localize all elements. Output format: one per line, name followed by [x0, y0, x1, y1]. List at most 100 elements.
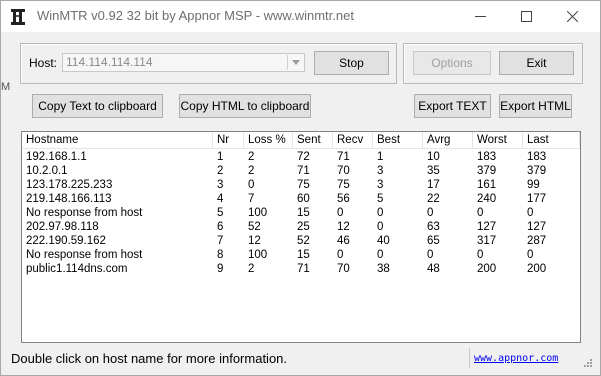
cell-avrg: 0	[427, 249, 434, 261]
status-bar: Double click on host name for more infor…	[8, 347, 594, 369]
appnor-link[interactable]: www.appnor.com	[474, 353, 558, 364]
cell-sent: 71	[297, 263, 310, 275]
column-header-loss[interactable]: Loss %	[244, 132, 293, 148]
column-header-nr[interactable]: Nr	[213, 132, 244, 148]
cell-best: 38	[377, 263, 390, 275]
cell-recv: 75	[337, 179, 350, 191]
cell-nr: 4	[217, 193, 224, 205]
background-window-edge-text: M	[1, 81, 11, 93]
cell-loss: 2	[248, 263, 255, 275]
cell-recv: 56	[337, 193, 350, 205]
cell-loss: 100	[248, 249, 268, 261]
cell-last: 0	[527, 249, 534, 261]
cell-loss: 12	[248, 235, 261, 247]
cell-last: 127	[527, 221, 547, 233]
column-header-hostname[interactable]: Hostname	[22, 132, 213, 148]
cell-loss: 0	[248, 179, 255, 191]
cell-sent: 72	[297, 151, 310, 163]
cell-worst: 200	[477, 263, 497, 275]
cell-worst: 317	[477, 235, 497, 247]
cell-hostname[interactable]: public1.114dns.com	[22, 262, 213, 276]
table-header: Hostname Nr Loss % Sent Recv Best Avrg W…	[22, 132, 580, 149]
cell-hostname[interactable]: 219.148.166.113	[22, 192, 213, 206]
combo-dropdown-button[interactable]	[287, 55, 303, 70]
resize-grip-icon[interactable]	[582, 357, 592, 367]
column-header-best[interactable]: Best	[373, 132, 423, 148]
maximize-button[interactable]	[503, 1, 549, 32]
cell-worst: 183	[477, 151, 497, 163]
cell-hostname[interactable]: No response from host	[22, 206, 213, 220]
cell-best: 40	[377, 235, 390, 247]
cell-nr: 9	[217, 263, 224, 275]
cell-loss: 2	[248, 151, 255, 163]
maximize-icon	[520, 11, 532, 22]
cell-best: 0	[377, 207, 384, 219]
cell-hostname[interactable]: 222.190.59.162	[22, 234, 213, 248]
cell-recv: 70	[337, 263, 350, 275]
cell-hostname[interactable]: 123.178.225.233	[22, 178, 213, 192]
options-button[interactable]: Options	[413, 51, 491, 75]
table-row[interactable]: No response from host 8 100 15 0 0 0 0 0	[22, 248, 580, 262]
copy-html-button[interactable]: Copy HTML to clipboard	[179, 94, 311, 118]
table-row[interactable]: 123.178.225.233 3 0 75 75 3 17 161 99	[22, 178, 580, 192]
cell-recv: 71	[337, 151, 350, 163]
cell-best: 5	[377, 193, 384, 205]
title-bar[interactable]: WinMTR v0.92 32 bit by Appnor MSP - www.…	[1, 1, 600, 32]
cell-avrg: 17	[427, 179, 440, 191]
table-row[interactable]: 222.190.59.162 7 12 52 46 40 65 317 287	[22, 234, 580, 248]
window-title: WinMTR v0.92 32 bit by Appnor MSP - www.…	[37, 8, 354, 23]
trace-table[interactable]: Hostname Nr Loss % Sent Recv Best Avrg W…	[21, 131, 581, 343]
column-header-recv[interactable]: Recv	[333, 132, 373, 148]
cell-nr: 1	[217, 151, 224, 163]
cell-worst: 0	[477, 207, 484, 219]
copy-text-button[interactable]: Copy Text to clipboard	[32, 94, 163, 118]
cell-sent: 60	[297, 193, 310, 205]
stop-button[interactable]: Stop	[314, 51, 389, 75]
table-row[interactable]: 192.168.1.1 1 2 72 71 1 10 183 183	[22, 150, 580, 164]
cell-sent: 25	[297, 221, 310, 233]
chevron-down-icon	[291, 60, 300, 65]
cell-nr: 5	[217, 207, 224, 219]
cell-avrg: 35	[427, 165, 440, 177]
table-row[interactable]: 219.148.166.113 4 7 60 56 5 22 240 177	[22, 192, 580, 206]
cell-hostname[interactable]: 192.168.1.1	[22, 150, 213, 164]
cell-recv: 70	[337, 165, 350, 177]
cell-best: 0	[377, 221, 384, 233]
winmtr-window: WinMTR v0.92 32 bit by Appnor MSP - www.…	[0, 0, 601, 376]
cell-sent: 15	[297, 249, 310, 261]
export-html-button[interactable]: Export HTML	[499, 94, 572, 118]
column-header-avrg[interactable]: Avrg	[423, 132, 473, 148]
table-row[interactable]: 202.97.98.118 6 52 25 12 0 63 127 127	[22, 220, 580, 234]
column-header-worst[interactable]: Worst	[473, 132, 523, 148]
cell-hostname[interactable]: No response from host	[22, 248, 213, 262]
cell-hostname[interactable]: 202.97.98.118	[22, 220, 213, 234]
cell-last: 200	[527, 263, 547, 275]
cell-worst: 161	[477, 179, 497, 191]
status-text: Double click on host name for more infor…	[11, 351, 288, 366]
column-header-last[interactable]: Last	[523, 132, 580, 148]
cell-hostname[interactable]: 10.2.0.1	[22, 164, 213, 178]
cell-nr: 3	[217, 179, 224, 191]
host-label: Host:	[29, 56, 58, 70]
table-row[interactable]: public1.114dns.com 9 2 71 70 38 48 200 200	[22, 262, 580, 276]
cell-recv: 0	[337, 207, 344, 219]
cell-loss: 100	[248, 207, 268, 219]
cell-nr: 2	[217, 165, 224, 177]
cell-avrg: 10	[427, 151, 440, 163]
cell-loss: 2	[248, 165, 255, 177]
cell-loss: 7	[248, 193, 255, 205]
cell-last: 287	[527, 235, 547, 247]
table-row[interactable]: No response from host 5 100 15 0 0 0 0 0	[22, 206, 580, 220]
cell-sent: 15	[297, 207, 310, 219]
cell-sent: 71	[297, 165, 310, 177]
column-header-sent[interactable]: Sent	[293, 132, 333, 148]
minimize-icon	[474, 16, 486, 17]
cell-avrg: 0	[427, 207, 434, 219]
export-text-button[interactable]: Export TEXT	[414, 94, 491, 118]
minimize-button[interactable]	[457, 1, 503, 32]
cell-avrg: 65	[427, 235, 440, 247]
close-button[interactable]	[549, 1, 595, 32]
exit-button[interactable]: Exit	[499, 51, 574, 75]
host-combo[interactable]: 114.114.114.114	[62, 53, 305, 72]
table-row[interactable]: 10.2.0.1 2 2 71 70 3 35 379 379	[22, 164, 580, 178]
